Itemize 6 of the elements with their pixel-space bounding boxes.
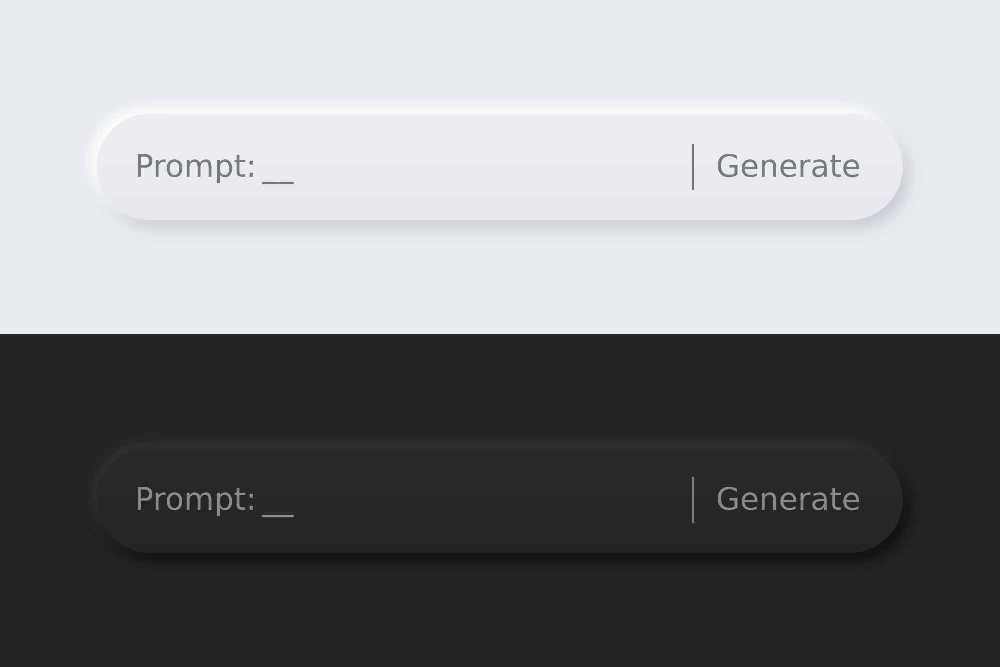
prompt-label: Prompt: [135,148,257,185]
prompt-label: Prompt: [135,482,257,518]
input-field[interactable]: __ [262,482,692,518]
input-field[interactable]: __ [262,148,692,185]
generate-button[interactable]: Generate [716,482,861,518]
generate-button[interactable]: Generate [716,148,861,185]
